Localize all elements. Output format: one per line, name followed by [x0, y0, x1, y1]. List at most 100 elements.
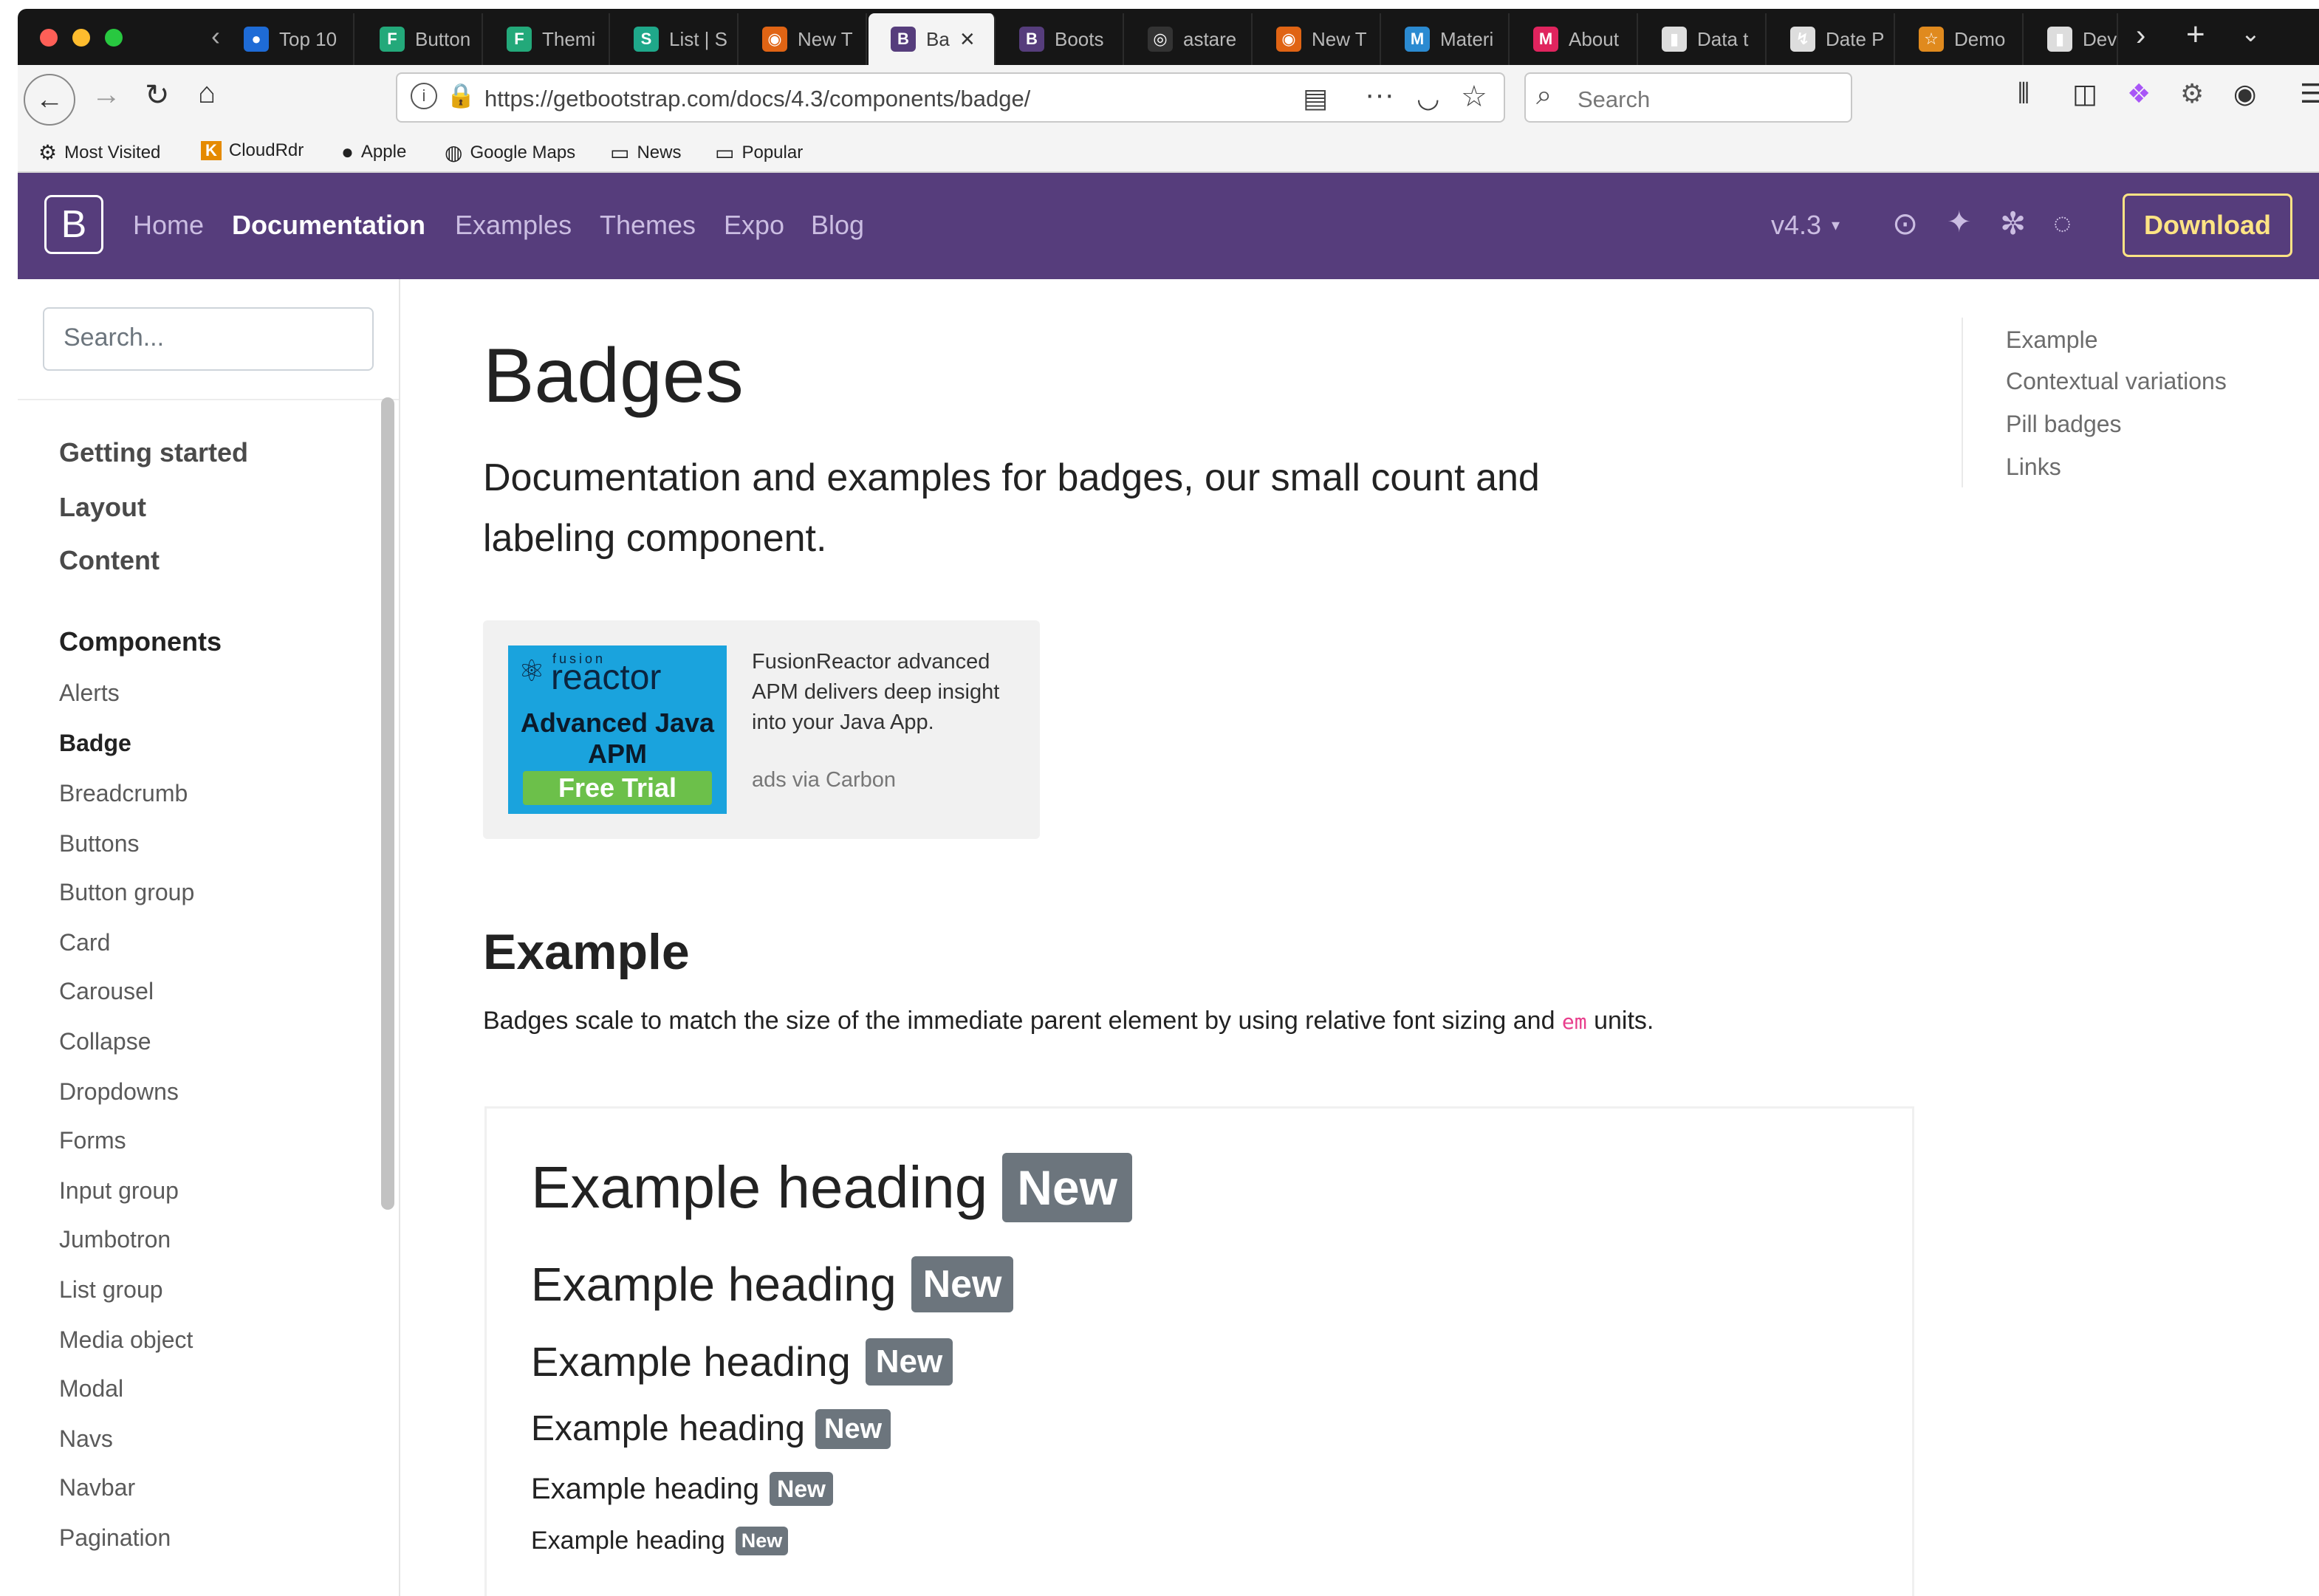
nav-home[interactable]: Home — [133, 210, 204, 241]
new-tab-icon[interactable]: + — [2186, 16, 2205, 53]
account-icon[interactable]: ◉ — [2233, 78, 2256, 109]
browser-tab[interactable]: ◉ New T — [1254, 13, 1381, 65]
reload-icon[interactable]: ↻ — [145, 78, 170, 112]
library-icon[interactable]: ⫴ — [2018, 78, 2029, 110]
browser-tab[interactable]: B Boots — [997, 13, 1124, 65]
browser-tab[interactable]: ↯ Date P — [1768, 13, 1895, 65]
nav-documentation[interactable]: Documentation — [232, 210, 425, 241]
bookmark-popular[interactable]: ▭ Popular — [715, 140, 803, 165]
sidebar-item-card[interactable]: Card — [59, 929, 110, 956]
sidebar-scrollbar[interactable] — [381, 397, 394, 1210]
extension-gear-icon[interactable]: ⚙ — [2180, 78, 2204, 109]
browser-tab[interactable]: B Ba × — [869, 13, 996, 65]
browser-tab[interactable]: ☆ Demo — [1897, 13, 2024, 65]
more-actions-icon[interactable]: ··· — [1365, 78, 1394, 112]
sidebar-item-input-group[interactable]: Input group — [59, 1177, 179, 1205]
caret-down-icon: ▾ — [1832, 216, 1840, 234]
bookmark-star-icon[interactable]: ☆ — [1461, 80, 1487, 114]
url-bar[interactable]: i 🔒 https://getbootstrap.com/docs/4.3/co… — [396, 72, 1505, 123]
docs-search-input[interactable]: Search... — [43, 307, 374, 371]
tab-close-icon[interactable]: × — [960, 25, 975, 54]
sidebar-toggle-icon[interactable]: ◫ — [2072, 78, 2097, 109]
close-window-icon[interactable] — [40, 29, 58, 47]
nav-themes[interactable]: Themes — [600, 210, 696, 241]
reader-view-icon[interactable]: ▤ — [1303, 83, 1328, 114]
browser-tab[interactable]: F Button — [357, 13, 483, 65]
example-h1: Example heading New — [531, 1153, 1132, 1222]
opencollective-icon[interactable]: ◌ — [2053, 205, 2072, 241]
sidebar-item-button-group[interactable]: Button group — [59, 879, 194, 906]
f-icon: F — [380, 27, 405, 52]
bookmark-cloudrdr[interactable]: K CloudRdr — [201, 140, 304, 161]
toc-contextual-variations[interactable]: Contextual variations — [2006, 368, 2227, 395]
info-icon[interactable]: i — [411, 83, 437, 109]
toc-links[interactable]: Links — [2006, 453, 2061, 481]
sidebar-item-dropdowns[interactable]: Dropdowns — [59, 1078, 179, 1106]
tab-list-chevron-down-icon[interactable]: ⌄ — [2241, 19, 2261, 47]
sidebar-item-breadcrumb[interactable]: Breadcrumb — [59, 780, 188, 807]
browser-tab[interactable]: ◉ New T — [740, 13, 867, 65]
bookmark-news[interactable]: ▭ News — [610, 140, 681, 165]
bootstrap-logo[interactable]: B — [44, 195, 103, 254]
tab-scroll-right-icon[interactable]: › — [2136, 19, 2145, 52]
browser-tab[interactable]: ● Top 10 — [222, 13, 354, 65]
sidebar-item-list-group[interactable]: List group — [59, 1276, 163, 1304]
ad-text[interactable]: FusionReactor advanced APM delivers deep… — [752, 647, 1018, 738]
sidebar-item-navs[interactable]: Navs — [59, 1425, 113, 1453]
home-icon[interactable]: ⌂ — [198, 77, 216, 110]
sidebar-item-alerts[interactable]: Alerts — [59, 679, 120, 707]
bookmark-google-maps[interactable]: ◍ Google Maps — [445, 140, 575, 165]
back-arrow-icon[interactable]: ← — [24, 74, 75, 126]
browser-search-input[interactable]: ⌕ Search — [1524, 72, 1852, 123]
sidebar-item-buttons[interactable]: Buttons — [59, 830, 140, 857]
browser-tab[interactable]: ◎ astare — [1126, 13, 1253, 65]
browser-tab[interactable]: S List | S — [612, 13, 739, 65]
sidebar-section-layout[interactable]: Layout — [59, 492, 146, 523]
download-button[interactable]: Download — [2123, 193, 2292, 257]
sidebar-item-collapse[interactable]: Collapse — [59, 1028, 151, 1055]
sidebar-item-jumbotron[interactable]: Jumbotron — [59, 1226, 171, 1253]
sidebar-item-badge[interactable]: Badge — [59, 730, 131, 757]
browser-tab[interactable]: ▮ Data t — [1640, 13, 1767, 65]
badge-new: New — [865, 1338, 953, 1386]
browser-tab[interactable]: M About — [1511, 13, 1638, 65]
minimize-window-icon[interactable] — [72, 29, 90, 47]
sidebar-section-getting-started[interactable]: Getting started — [59, 437, 248, 468]
browser-tab[interactable]: F Themi — [484, 13, 610, 65]
tab-scroll-left-icon[interactable]: ‹ — [211, 21, 220, 52]
bootstrap-icon: B — [1019, 27, 1044, 52]
bookmark-most-visited[interactable]: ⚙ Most Visited — [38, 140, 160, 165]
sidebar-section-content[interactable]: Content — [59, 545, 160, 576]
nav-blog[interactable]: Blog — [811, 210, 864, 241]
maximize-window-icon[interactable] — [105, 29, 123, 47]
nav-expo[interactable]: Expo — [724, 210, 784, 241]
toc-example[interactable]: Example — [2006, 326, 2098, 354]
ad-image[interactable]: fusion ⚛ reactor Advanced Java APM Free … — [508, 645, 727, 814]
forward-arrow-icon[interactable]: → — [92, 78, 121, 112]
sidebar-item-forms[interactable]: Forms — [59, 1127, 126, 1154]
version-dropdown[interactable]: v4.3 ▾ — [1771, 210, 1840, 241]
sidebar-item-media-object[interactable]: Media object — [59, 1326, 193, 1354]
sidebar-item-carousel[interactable]: Carousel — [59, 978, 154, 1005]
ad-via[interactable]: ads via Carbon — [752, 768, 896, 792]
nav-examples[interactable]: Examples — [455, 210, 572, 241]
sidebar-item-pagination[interactable]: Pagination — [59, 1524, 171, 1552]
pocket-icon[interactable]: ◡ — [1417, 83, 1439, 114]
url-text[interactable]: https://getbootstrap.com/docs/4.3/compon… — [484, 86, 1030, 112]
sidebar-item-navbar[interactable]: Navbar — [59, 1474, 135, 1501]
tab-label: Top 10 — [279, 27, 338, 50]
github-icon[interactable]: ⊙ — [1892, 205, 1918, 242]
slack-icon[interactable]: ✼ — [2000, 205, 2026, 242]
menu-icon[interactable]: ☰ — [2300, 78, 2319, 109]
browser-tab[interactable]: ▮ Dev — [2025, 13, 2118, 65]
sidebar-item-modal[interactable]: Modal — [59, 1375, 123, 1403]
bookmark-apple[interactable]: ● Apple — [341, 140, 406, 164]
extension-icon[interactable]: ❖ — [2127, 78, 2151, 109]
sidebar-section-components[interactable]: Components — [59, 626, 222, 657]
twitter-icon[interactable]: ✦ — [1947, 205, 1972, 239]
toc-pill-badges[interactable]: Pill badges — [2006, 411, 2122, 438]
ad-free-trial-button[interactable]: Free Trial — [523, 771, 712, 805]
browser-tab[interactable]: M Materi — [1383, 13, 1510, 65]
firefox-icon: ◉ — [1276, 27, 1301, 52]
carbon-ad[interactable]: fusion ⚛ reactor Advanced Java APM Free … — [483, 620, 1040, 839]
